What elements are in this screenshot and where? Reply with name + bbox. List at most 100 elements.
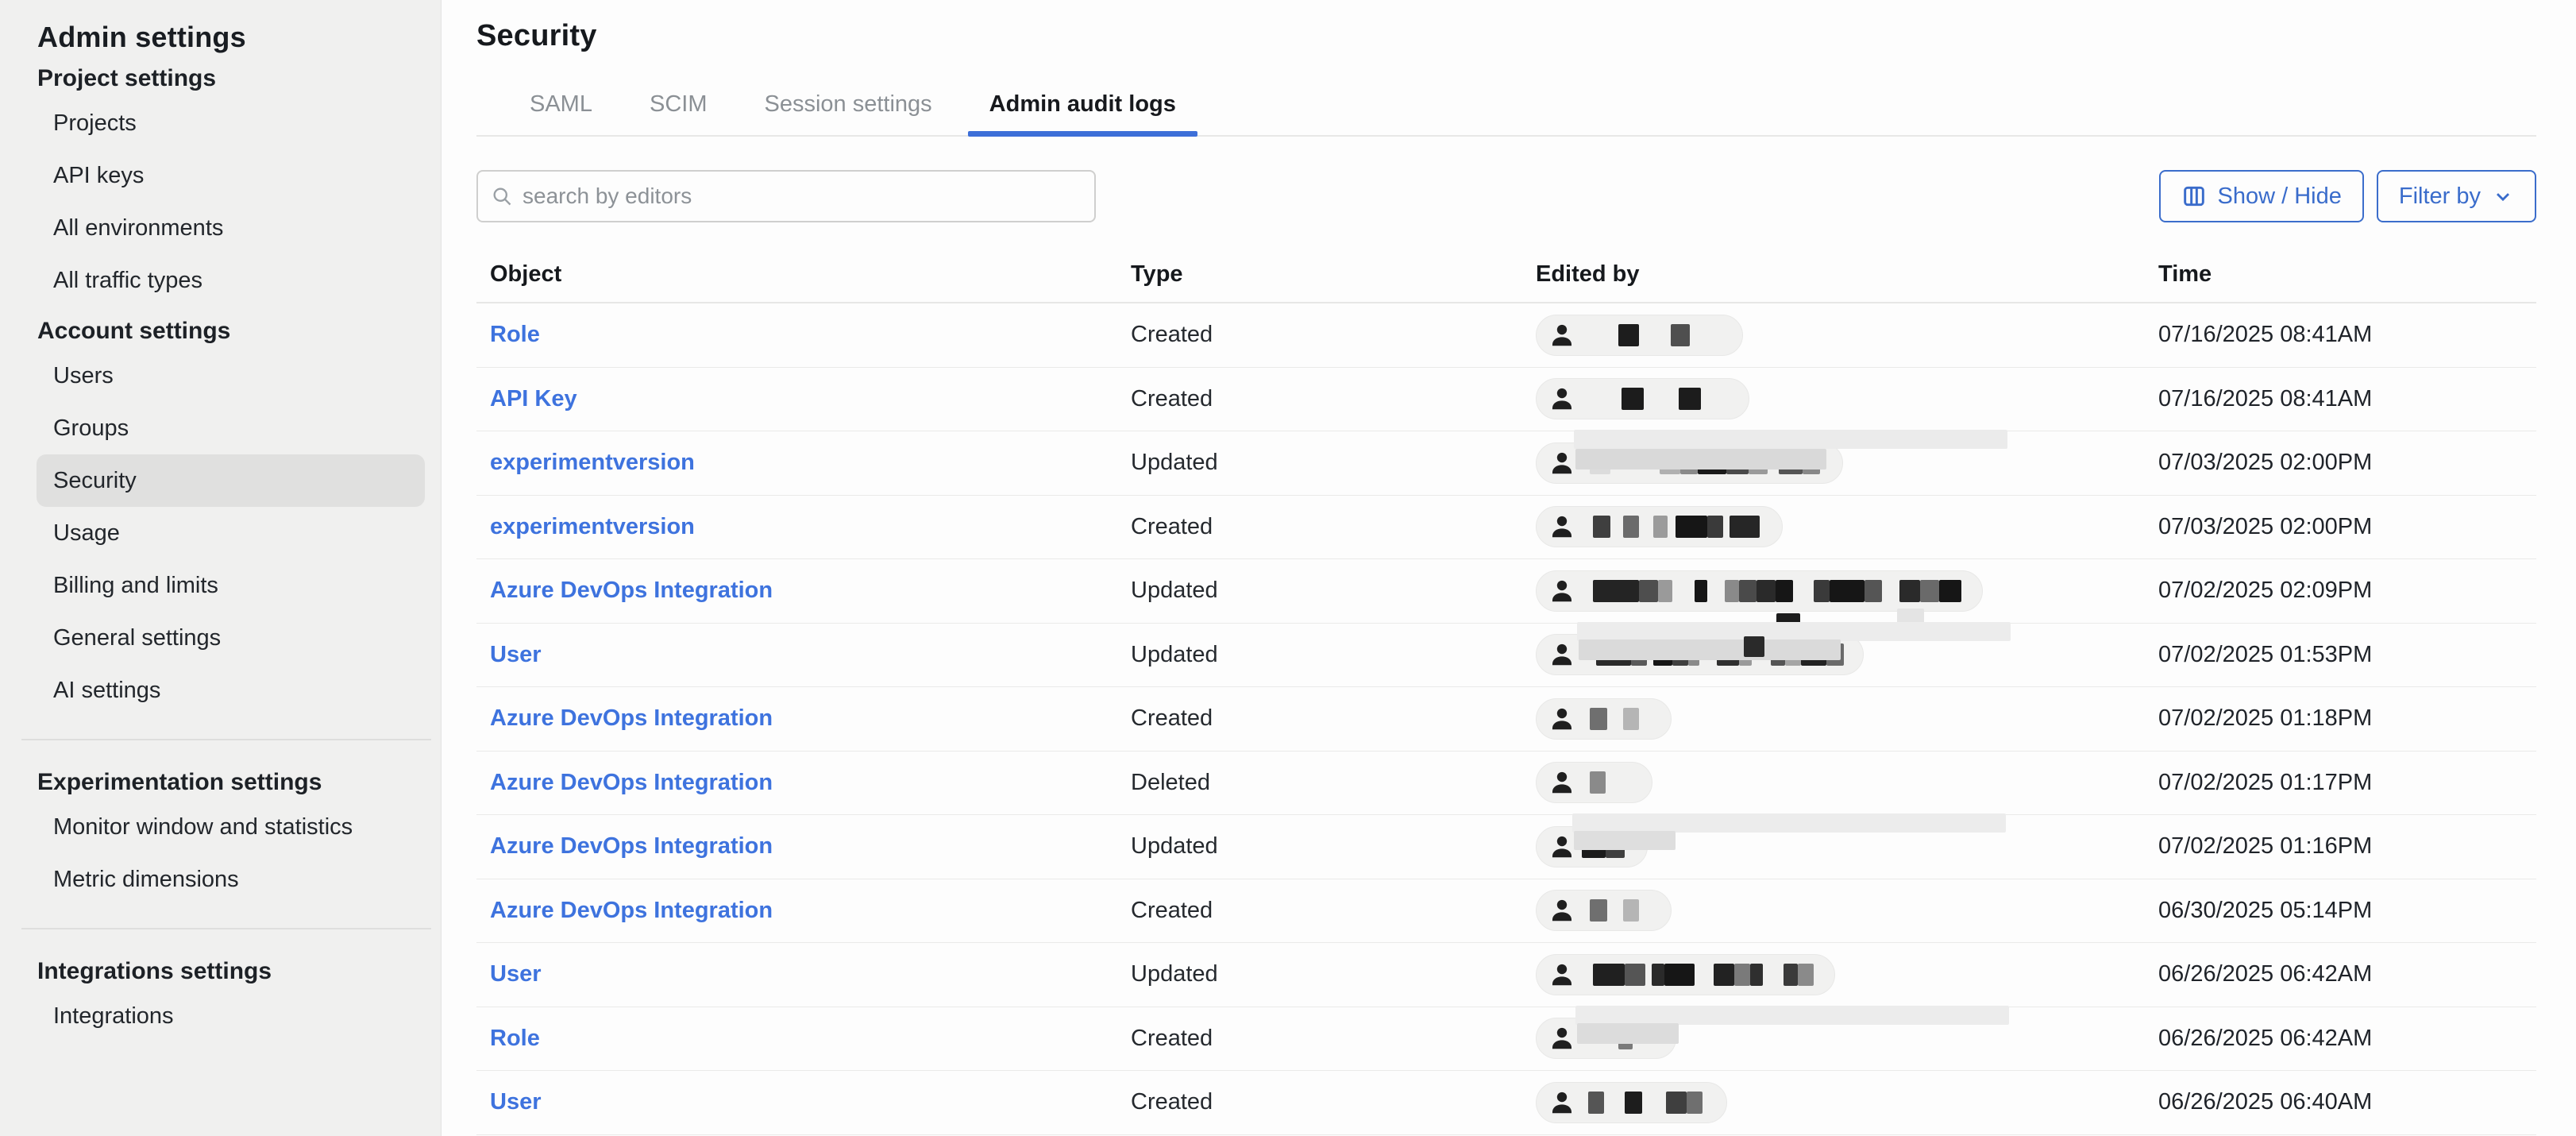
sidebar-item-users[interactable]: Users: [0, 350, 425, 402]
sidebar: Admin settings Project settings Projects…: [0, 0, 442, 1136]
table-row: User Updated 06/26/2025 06:42AM: [476, 943, 2536, 1007]
type-cell: Created: [1131, 386, 1213, 412]
person-icon: [1547, 384, 1577, 414]
tab-scim[interactable]: SCIM: [636, 91, 721, 135]
object-link[interactable]: User: [490, 642, 542, 668]
sidebar-section-header: Experimentation settings: [0, 769, 441, 796]
toolbar-actions: Show / Hide Filter by: [2159, 170, 2537, 222]
sidebar-item-label: Monitor window and statistics: [53, 814, 353, 840]
time-cell: 06/26/2025 06:42AM: [2158, 1026, 2372, 1052]
edited-by-cell: [1522, 368, 2145, 431]
object-link[interactable]: Azure DevOps Integration: [490, 898, 773, 924]
column-header-type: Type: [1117, 261, 1522, 288]
time-cell: 07/02/2025 01:17PM: [2158, 770, 2372, 796]
object-link[interactable]: API Key: [490, 386, 577, 412]
sidebar-item-monitor-window-and-statistics[interactable]: Monitor window and statistics: [0, 801, 425, 853]
sidebar-item-general-settings[interactable]: General settings: [0, 612, 425, 664]
filter-by-button[interactable]: Filter by: [2377, 170, 2536, 222]
editor-chip: [1536, 762, 1652, 803]
type-cell: Created: [1131, 1026, 1213, 1052]
object-link[interactable]: User: [490, 961, 542, 987]
sidebar-item-usage[interactable]: Usage: [0, 507, 425, 559]
edited-by-cell: [1522, 1007, 2145, 1071]
object-link[interactable]: experimentversion: [490, 450, 695, 476]
person-icon: [1547, 1023, 1577, 1053]
time-cell: 07/02/2025 01:16PM: [2158, 833, 2372, 860]
sidebar-item-label: All traffic types: [53, 268, 202, 294]
person-icon: [1547, 832, 1577, 862]
table-row: User Created 06/26/2025 06:40AM: [476, 1071, 2536, 1135]
person-icon: [1547, 767, 1577, 798]
page-title: Security: [476, 19, 2576, 53]
sidebar-item-label: AI settings: [53, 678, 160, 704]
search-input[interactable]: [523, 184, 1078, 209]
object-link[interactable]: Role: [490, 322, 540, 348]
table-row: experimentversion Updated 07/03/2025 02:…: [476, 431, 2536, 496]
sidebar-item-all-environments[interactable]: All environments: [0, 202, 425, 254]
person-icon: [1547, 895, 1577, 925]
type-cell: Deleted: [1131, 770, 1210, 796]
sidebar-item-api-keys[interactable]: API keys: [0, 149, 425, 202]
sidebar-item-label: General settings: [53, 625, 221, 651]
type-cell: Updated: [1131, 578, 1218, 604]
edited-by-cell: [1522, 879, 2145, 943]
redacted-editor-name: [1577, 708, 1639, 730]
edited-by-cell: [1522, 752, 2145, 815]
chevron-down-icon: [2492, 185, 2514, 207]
edited-by-cell: [1522, 815, 2145, 879]
edited-by-cell: [1522, 624, 2145, 687]
sidebar-item-ai-settings[interactable]: AI settings: [0, 664, 425, 717]
sidebar-item-label: Groups: [53, 415, 129, 442]
table-row: Role Created 06/26/2025 06:42AM: [476, 1007, 2536, 1072]
sidebar-item-integrations[interactable]: Integrations: [0, 990, 425, 1042]
object-link[interactable]: Azure DevOps Integration: [490, 705, 773, 732]
tab-admin-audit-logs[interactable]: Admin audit logs: [976, 91, 1190, 135]
time-cell: 07/02/2025 01:18PM: [2158, 705, 2372, 732]
object-link[interactable]: Role: [490, 1026, 540, 1052]
sidebar-item-groups[interactable]: Groups: [0, 402, 425, 454]
table-row: Azure DevOps Integration Deleted 07/02/2…: [476, 752, 2536, 816]
tab-session-settings[interactable]: Session settings: [750, 91, 945, 135]
sidebar-divider: [21, 739, 431, 740]
sidebar-item-label: API keys: [53, 163, 144, 189]
sidebar-item-metric-dimensions[interactable]: Metric dimensions: [0, 853, 425, 906]
sidebar-item-billing-and-limits[interactable]: Billing and limits: [0, 559, 425, 612]
editor-chip: [1536, 954, 1835, 995]
filter-by-label: Filter by: [2399, 184, 2481, 210]
sidebar-section-header: Integrations settings: [0, 958, 441, 985]
person-icon: [1547, 1088, 1577, 1118]
object-link[interactable]: User: [490, 1089, 542, 1115]
object-link[interactable]: experimentversion: [490, 514, 695, 540]
person-icon: [1547, 960, 1577, 990]
type-cell: Updated: [1131, 450, 1218, 476]
editor-chip: [1536, 315, 1743, 356]
tab-saml[interactable]: SAML: [516, 91, 606, 135]
redacted-editor-name: [1577, 899, 1639, 922]
audit-log-table: ObjectTypeEdited byTime Role Created 07/…: [476, 246, 2536, 1135]
redaction-bar: [1579, 639, 1841, 660]
object-link[interactable]: Azure DevOps Integration: [490, 578, 773, 604]
search-box[interactable]: [476, 170, 1096, 222]
table-header-row: ObjectTypeEdited byTime: [476, 246, 2536, 303]
type-cell: Created: [1131, 705, 1213, 732]
type-cell: Created: [1131, 514, 1213, 540]
type-cell: Created: [1131, 322, 1213, 348]
redaction-bar: [1574, 430, 2007, 449]
table-row: Role Created 07/16/2025 08:41AM: [476, 303, 2536, 368]
object-link[interactable]: Azure DevOps Integration: [490, 770, 773, 796]
sidebar-title: Admin settings: [0, 21, 441, 54]
columns-icon: [2181, 184, 2207, 209]
time-cell: 07/02/2025 02:09PM: [2158, 578, 2372, 604]
sidebar-item-label: Metric dimensions: [53, 867, 239, 893]
person-icon: [1547, 576, 1577, 606]
redaction-bar: [1577, 622, 2011, 641]
type-cell: Updated: [1131, 833, 1218, 860]
show-hide-button[interactable]: Show / Hide: [2159, 170, 2364, 222]
sidebar-item-security[interactable]: Security: [37, 454, 425, 507]
sidebar-item-all-traffic-types[interactable]: All traffic types: [0, 254, 425, 307]
sidebar-item-projects[interactable]: Projects: [0, 97, 425, 149]
column-header-edited-by: Edited by: [1522, 261, 2145, 288]
time-cell: 06/30/2025 05:14PM: [2158, 898, 2372, 924]
object-link[interactable]: Azure DevOps Integration: [490, 833, 773, 860]
edited-by-cell: [1522, 559, 2145, 623]
